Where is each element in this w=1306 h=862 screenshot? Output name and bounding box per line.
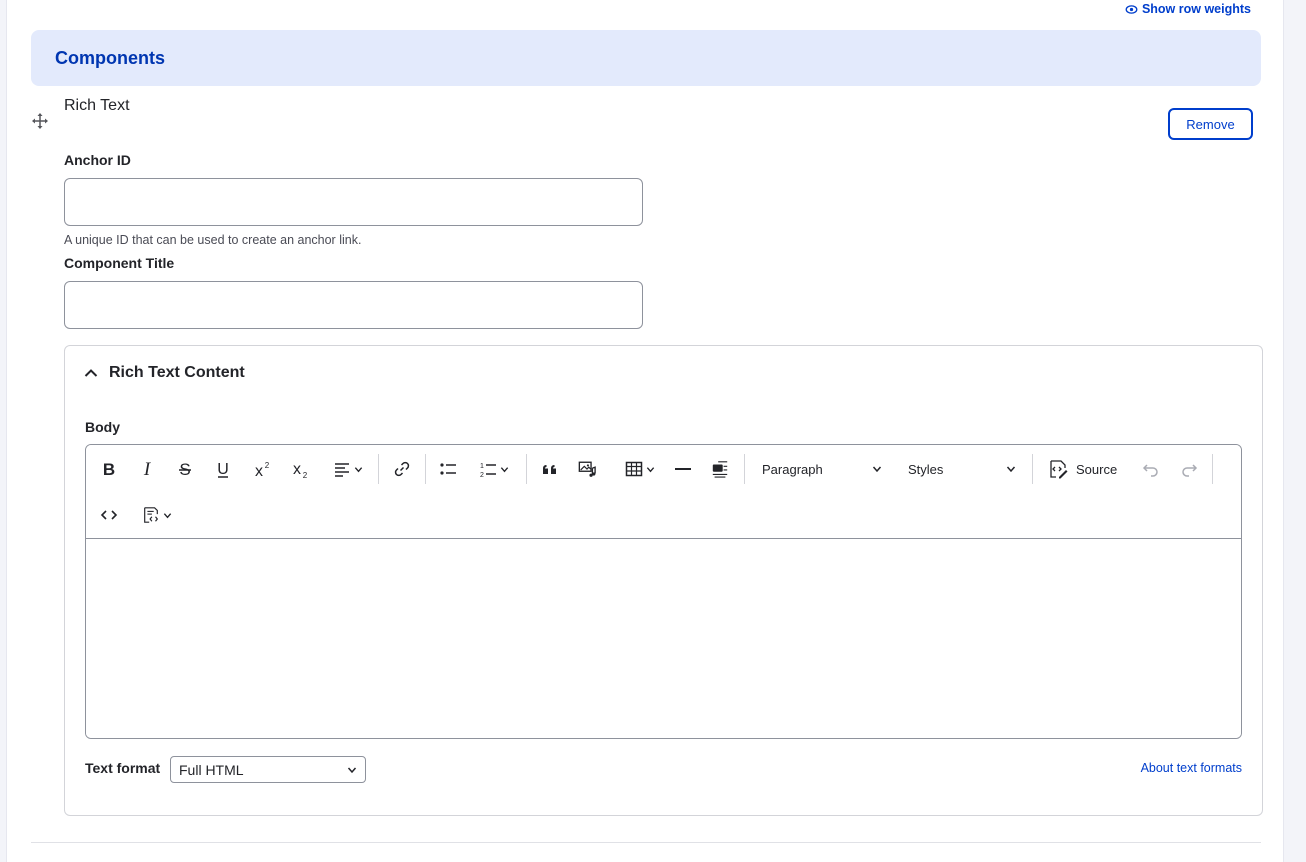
drag-handle-icon[interactable] [31,112,49,130]
svg-text:1: 1 [480,463,484,470]
source-button[interactable]: Source [1048,454,1117,484]
component-title-label: Component Title [64,255,175,271]
about-text-formats-link[interactable]: About text formats [1141,761,1242,775]
chevron-up-icon [84,369,98,377]
rich-text-content-summary[interactable]: Rich Text Content [83,364,245,382]
redo-icon [1182,464,1198,477]
anchor-id-description: A unique ID that can be used to create a… [64,233,362,247]
toolbar-separator [425,454,426,484]
insert-html-snippet-dropdown[interactable] [134,500,180,530]
code-block-button[interactable] [707,454,733,484]
bold-button[interactable]: B [96,454,122,484]
text-format-value: Full HTML [179,761,244,778]
svg-text:2: 2 [480,472,484,478]
quote-icon [543,465,556,474]
component-type-title: Rich Text [64,97,130,114]
html-snippet-icon [144,507,159,523]
link-button[interactable] [389,454,415,484]
eye-icon [1125,4,1138,14]
chevron-down-icon [347,767,357,773]
heading-dropdown[interactable]: Paragraph [762,454,882,484]
chevron-down-icon [163,512,172,518]
undo-icon [1142,464,1158,477]
source-button-label: Source [1076,461,1118,477]
anchor-id-input[interactable] [64,178,643,226]
styles-dropdown[interactable]: Styles [908,454,1016,484]
numbered-list-dropdown[interactable]: 12 [472,454,516,484]
strikethrough-icon: S [179,460,191,478]
rich-text-editor: B I S U x2 x2 1 2 Paragraph Styles Sourc… [85,444,1242,739]
text-format-select[interactable]: Full HTML [170,756,366,783]
chevron-down-icon [354,466,363,472]
numbered-list-icon: 12 [480,463,496,478]
svg-text:S: S [179,460,190,478]
anchor-id-label: Anchor ID [64,152,131,168]
text-format-label: Text format [85,760,161,776]
horizontal-line-button[interactable] [670,454,696,484]
heading-dropdown-value: Paragraph [762,461,823,477]
subscript-icon: x2 [293,461,308,478]
bulleted-list-icon [440,463,456,475]
link-icon [394,461,410,477]
bulleted-list-button[interactable] [435,454,461,484]
chevron-down-icon [1006,466,1016,473]
rich-text-content-title: Rich Text Content [109,364,245,381]
editor-content-area[interactable] [86,539,1241,738]
show-row-weights-label: Show row weights [1141,2,1251,16]
chevron-down-icon [872,466,882,473]
toolbar-separator [1032,454,1033,484]
block-quote-button[interactable] [537,454,563,484]
svg-text:B: B [103,460,115,478]
chevron-down-icon [500,466,509,472]
section-title: Components [55,47,165,68]
undo-button[interactable] [1138,454,1164,484]
italic-button[interactable]: I [134,454,160,484]
redo-button[interactable] [1176,454,1202,484]
code-icon [100,510,118,520]
show-row-weights-link[interactable]: Show row weights [1125,2,1251,16]
editor-toolbar: B I S U x2 x2 1 2 Paragraph Styles Sourc… [86,445,1241,539]
components-section-header: Components [31,30,1261,86]
italic-icon: I [143,460,152,478]
svg-text:2: 2 [265,461,270,470]
code-block-icon [712,461,728,478]
insert-media-button[interactable] [574,454,600,484]
svg-text:U: U [217,461,229,478]
text-alignment-dropdown[interactable] [326,454,370,484]
body-label: Body [85,419,120,435]
toolbar-separator [378,454,379,484]
page: Show row weights Components Rich Text Re… [6,0,1284,862]
inline-code-button[interactable] [96,500,122,530]
svg-text:x: x [293,461,301,478]
toolbar-separator [526,454,527,484]
component-title-input[interactable] [64,281,643,329]
toolbar-separator [1212,454,1213,484]
svg-text:2: 2 [303,471,308,478]
bold-icon: B [103,460,115,478]
source-editing-icon [1050,460,1068,479]
svg-text:x: x [255,463,263,478]
svg-text:I: I [143,460,152,478]
horizontal-line-icon [675,468,691,470]
table-icon [625,461,643,477]
underline-button[interactable]: U [210,454,236,484]
superscript-button[interactable]: x2 [248,454,274,484]
strikethrough-button[interactable]: S [172,454,198,484]
divider [31,842,1261,843]
styles-dropdown-value: Styles [908,461,944,477]
subscript-button[interactable]: x2 [286,454,312,484]
toolbar-separator [744,454,745,484]
underline-icon: U [217,461,229,478]
media-icon [578,461,596,477]
chevron-down-icon [646,466,655,472]
remove-button[interactable]: Remove [1168,108,1253,140]
insert-table-dropdown[interactable] [618,454,662,484]
superscript-icon: x2 [255,461,270,478]
rich-text-content-details: Rich Text Content Body B I S U x2 x 2 1 … [64,345,1263,816]
align-left-icon [335,463,349,477]
